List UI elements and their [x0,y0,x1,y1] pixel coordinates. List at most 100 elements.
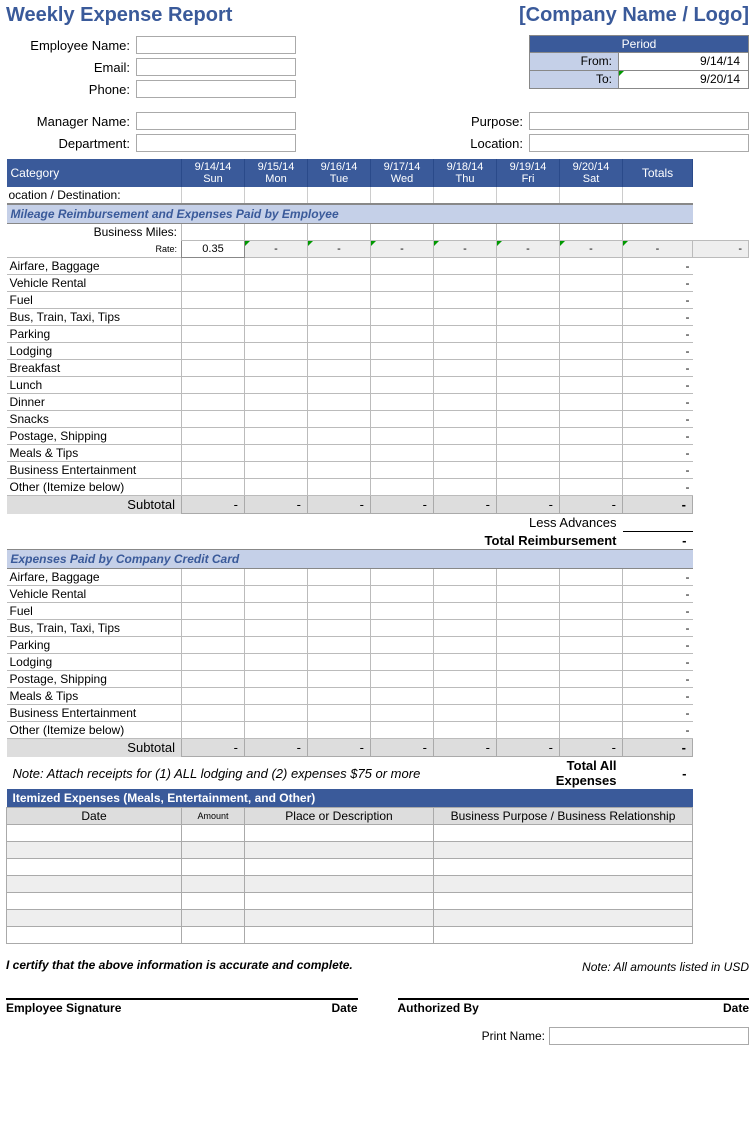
s2-cell[interactable] [497,603,560,620]
s1-cell[interactable] [245,258,308,275]
s1-cell[interactable] [245,445,308,462]
s1-cell[interactable] [371,445,434,462]
item-purpose[interactable] [434,893,693,910]
s2-cell[interactable] [560,705,623,722]
s1-cell[interactable] [308,343,371,360]
s1-cell[interactable] [371,309,434,326]
s2-cell[interactable] [245,722,308,739]
period-from-value[interactable]: 9/14/14 [619,53,749,71]
s2-cell[interactable] [497,671,560,688]
rate-value[interactable]: 0.35 [182,241,245,258]
s1-cell[interactable] [560,394,623,411]
item-purpose[interactable] [434,927,693,944]
s2-cell[interactable] [182,603,245,620]
s1-cell[interactable] [560,343,623,360]
s1-cell[interactable] [434,377,497,394]
s1-cell[interactable] [497,377,560,394]
item-date[interactable] [7,859,182,876]
print-name-input[interactable] [549,1027,749,1045]
s2-cell[interactable] [308,620,371,637]
s1-cell[interactable] [182,377,245,394]
s2-cell[interactable] [497,654,560,671]
s1-cell[interactable] [182,275,245,292]
s2-cell[interactable] [245,688,308,705]
item-amount[interactable] [182,893,245,910]
loc-cell[interactable] [245,187,308,204]
item-place[interactable] [245,910,434,927]
s2-cell[interactable] [371,688,434,705]
s2-cell[interactable] [245,671,308,688]
s1-cell[interactable] [560,445,623,462]
s2-cell[interactable] [245,603,308,620]
s1-cell[interactable] [308,428,371,445]
s1-cell[interactable] [245,428,308,445]
s2-cell[interactable] [245,654,308,671]
item-amount[interactable] [182,910,245,927]
s1-cell[interactable] [560,292,623,309]
item-date[interactable] [7,893,182,910]
s1-cell[interactable] [182,292,245,309]
s1-cell[interactable] [497,275,560,292]
s2-cell[interactable] [371,637,434,654]
item-date[interactable] [7,910,182,927]
s1-cell[interactable] [182,428,245,445]
s1-cell[interactable] [497,428,560,445]
item-purpose[interactable] [434,910,693,927]
item-amount[interactable] [182,825,245,842]
s1-cell[interactable] [371,258,434,275]
item-place[interactable] [245,893,434,910]
s1-cell[interactable] [308,445,371,462]
s2-cell[interactable] [560,603,623,620]
s2-cell[interactable] [560,586,623,603]
s2-cell[interactable] [497,637,560,654]
s1-cell[interactable] [497,462,560,479]
item-amount[interactable] [182,859,245,876]
s2-cell[interactable] [434,671,497,688]
item-place[interactable] [245,859,434,876]
s1-cell[interactable] [434,275,497,292]
s1-cell[interactable] [245,479,308,496]
s1-cell[interactable] [434,326,497,343]
s2-cell[interactable] [182,705,245,722]
s1-cell[interactable] [434,394,497,411]
s2-cell[interactable] [434,688,497,705]
s2-cell[interactable] [434,705,497,722]
s2-cell[interactable] [182,620,245,637]
s1-cell[interactable] [434,258,497,275]
s1-cell[interactable] [497,343,560,360]
s2-cell[interactable] [434,586,497,603]
s2-cell[interactable] [308,722,371,739]
s1-cell[interactable] [434,462,497,479]
s1-cell[interactable] [434,428,497,445]
s1-cell[interactable] [245,275,308,292]
miles-cell[interactable] [497,224,560,241]
s2-cell[interactable] [434,637,497,654]
s1-cell[interactable] [308,258,371,275]
s1-cell[interactable] [497,292,560,309]
s2-cell[interactable] [497,705,560,722]
s1-cell[interactable] [434,360,497,377]
s2-cell[interactable] [371,705,434,722]
s2-cell[interactable] [182,671,245,688]
s1-cell[interactable] [182,326,245,343]
s2-cell[interactable] [182,637,245,654]
s1-cell[interactable] [245,326,308,343]
s1-cell[interactable] [308,360,371,377]
s2-cell[interactable] [371,671,434,688]
s1-cell[interactable] [182,394,245,411]
s1-cell[interactable] [245,343,308,360]
s2-cell[interactable] [182,722,245,739]
s1-cell[interactable] [497,326,560,343]
s1-cell[interactable] [434,411,497,428]
s1-cell[interactable] [245,309,308,326]
s2-cell[interactable] [371,586,434,603]
item-amount[interactable] [182,842,245,859]
s1-cell[interactable] [308,292,371,309]
s1-cell[interactable] [371,275,434,292]
item-place[interactable] [245,876,434,893]
s1-cell[interactable] [245,411,308,428]
loc-cell[interactable] [371,187,434,204]
s2-cell[interactable] [371,654,434,671]
s2-cell[interactable] [245,586,308,603]
s1-cell[interactable] [434,445,497,462]
